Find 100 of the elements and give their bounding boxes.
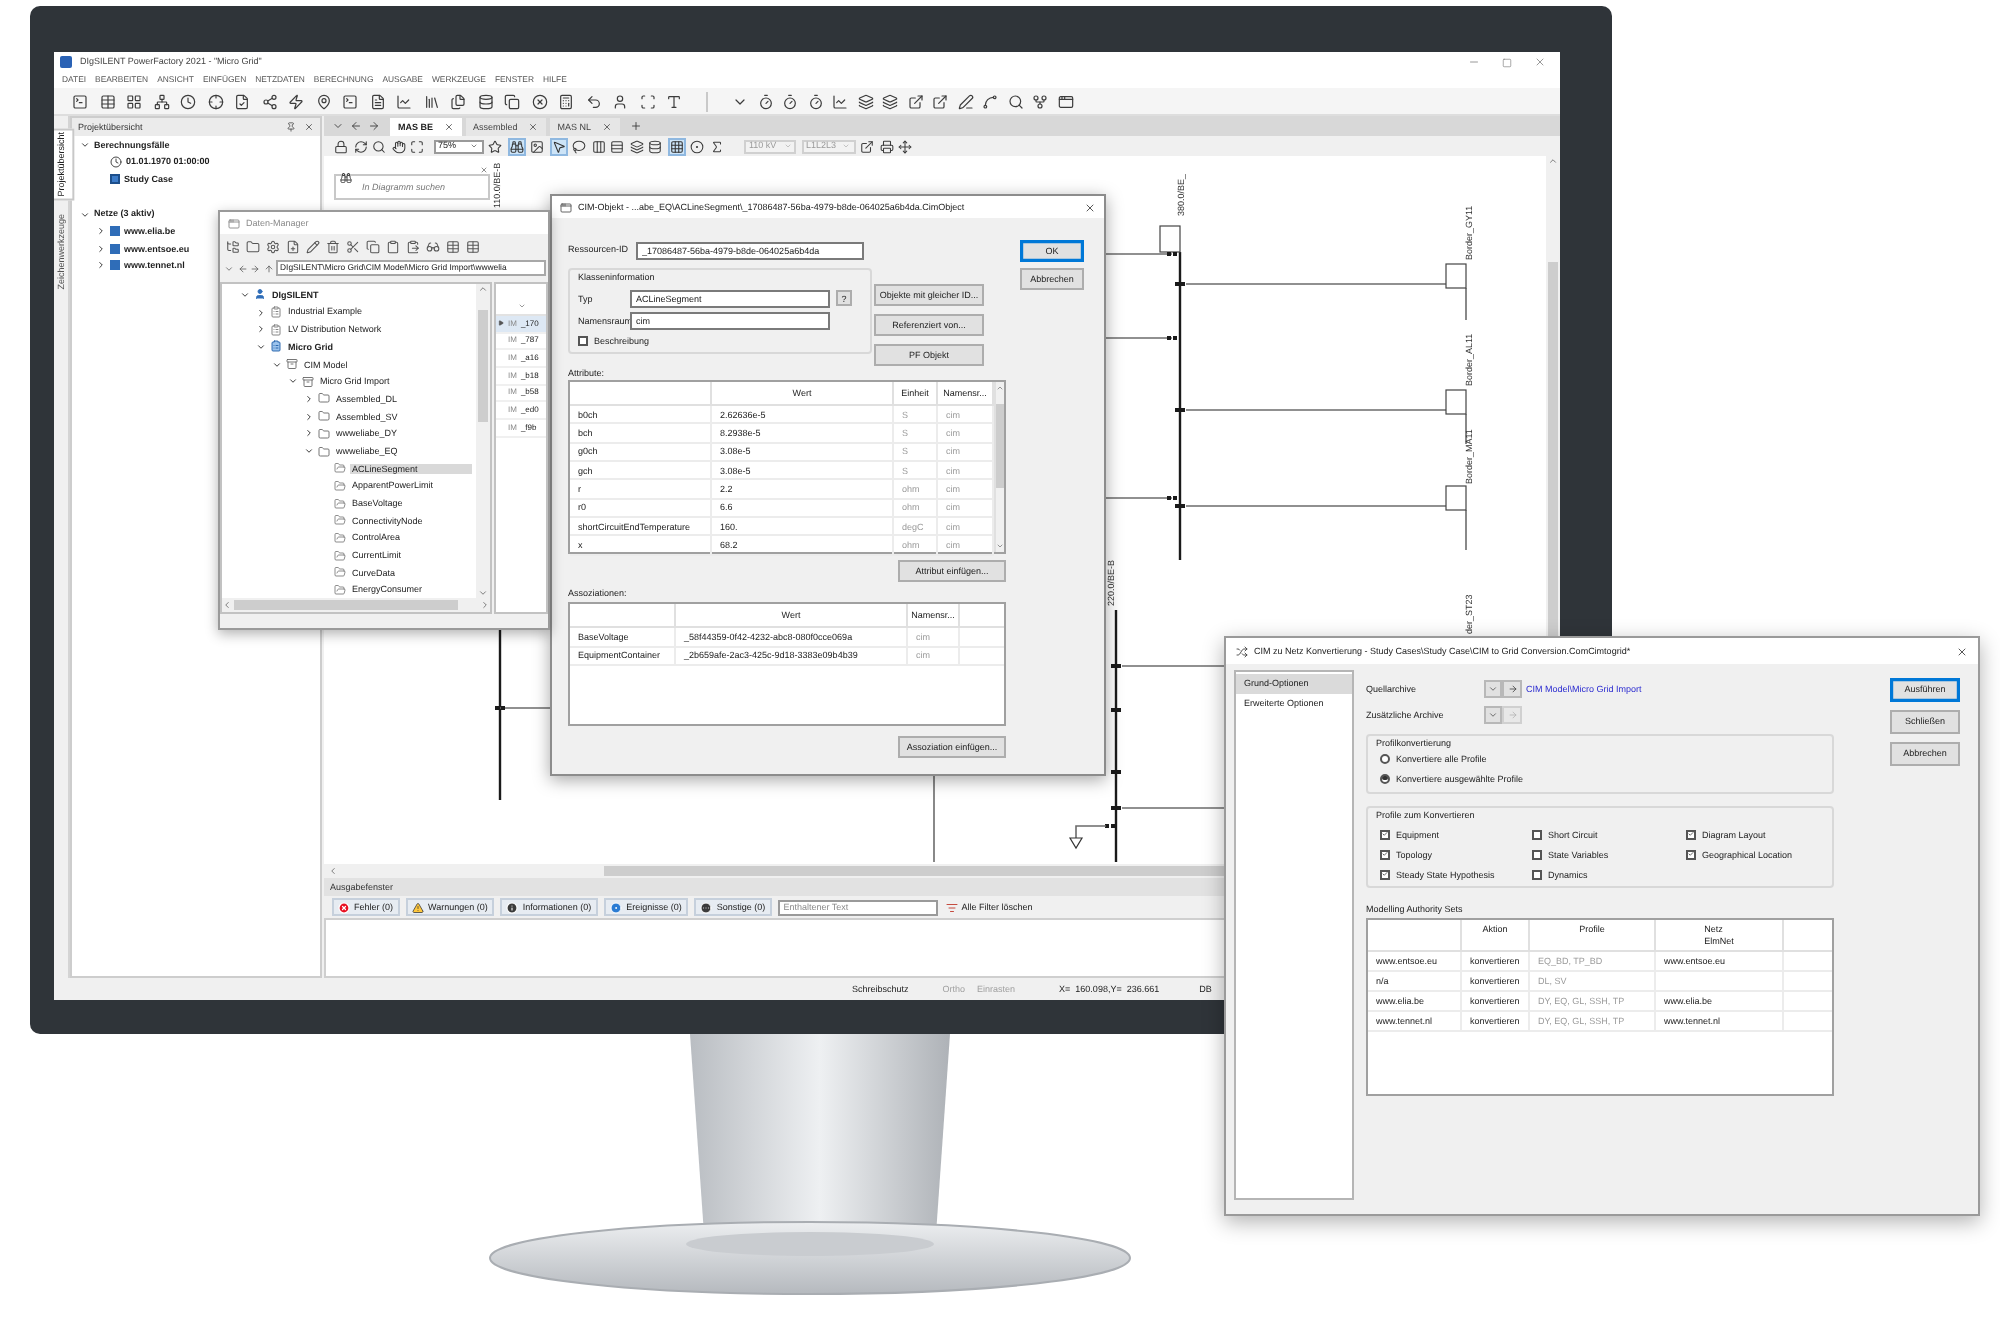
layers-icon[interactable] <box>857 93 873 109</box>
pages-icon[interactable] <box>450 93 466 109</box>
columns-icon[interactable] <box>591 139 605 153</box>
up-icon[interactable] <box>263 263 273 273</box>
checkbox-icon[interactable] <box>1532 849 1542 860</box>
new-file-icon[interactable] <box>286 239 300 253</box>
curve-icon[interactable] <box>982 93 998 109</box>
file-check-icon[interactable] <box>234 93 250 109</box>
expand-chevron-icon[interactable] <box>96 260 106 271</box>
copy-icon[interactable] <box>504 93 520 109</box>
collapse-chevron-icon[interactable] <box>272 359 282 370</box>
grid-icon[interactable] <box>667 137 685 155</box>
window-icon[interactable] <box>1057 93 1073 109</box>
lightning-icon[interactable] <box>288 93 304 109</box>
scrollbar-track[interactable] <box>994 382 1004 553</box>
forward-icon[interactable] <box>368 120 380 132</box>
text-icon[interactable] <box>666 93 682 109</box>
checkbox-icon[interactable] <box>1380 869 1390 880</box>
folder-tree-icon[interactable] <box>226 239 240 253</box>
user-icon[interactable] <box>612 93 628 109</box>
table-icon[interactable] <box>99 93 115 109</box>
layers-icon[interactable] <box>882 93 898 109</box>
frame-corners-icon[interactable] <box>410 139 424 153</box>
scan-icon[interactable] <box>639 93 655 109</box>
layers-icon[interactable] <box>629 139 643 153</box>
glasses-icon[interactable] <box>426 239 440 253</box>
expand-chevron-icon[interactable] <box>304 428 314 439</box>
copy-icon[interactable] <box>366 239 380 253</box>
timer-icon[interactable] <box>807 93 823 109</box>
back-icon[interactable] <box>237 263 247 273</box>
table-icon[interactable] <box>446 239 460 253</box>
clipboard-arrow-icon[interactable] <box>406 239 420 253</box>
collapse-chevron-icon[interactable] <box>256 341 266 352</box>
close-icon[interactable] <box>1084 201 1096 213</box>
terminal-icon[interactable] <box>72 93 88 109</box>
fork-icon[interactable] <box>1032 93 1048 109</box>
expand-chevron-icon[interactable] <box>256 307 266 318</box>
collapse-chevron-icon[interactable] <box>288 376 298 387</box>
share-icon[interactable] <box>261 93 277 109</box>
table-icon[interactable] <box>466 239 480 253</box>
move-icon[interactable] <box>898 139 912 153</box>
search-icon[interactable] <box>1007 93 1023 109</box>
scrollbar-track[interactable] <box>222 598 490 612</box>
calculator-icon[interactable] <box>558 93 574 109</box>
scrollbar-thumb[interactable] <box>478 310 488 422</box>
folder-icon[interactable] <box>246 239 260 253</box>
checkbox-icon[interactable] <box>1532 869 1542 880</box>
image-icon[interactable] <box>530 139 544 153</box>
clock-icon[interactable] <box>180 93 196 109</box>
radio-icon[interactable] <box>1380 753 1390 764</box>
collapse-chevron-icon[interactable] <box>304 446 314 457</box>
clipboard-icon[interactable] <box>386 239 400 253</box>
scrollbar-thumb[interactable] <box>996 404 1004 489</box>
close-icon[interactable] <box>1956 645 1968 657</box>
refresh-icon[interactable] <box>353 139 367 153</box>
target-icon[interactable] <box>690 139 704 153</box>
database-icon[interactable] <box>648 139 662 153</box>
expand-chevron-icon[interactable] <box>304 393 314 404</box>
collapse-chevron-icon[interactable] <box>80 139 90 150</box>
radio-icon[interactable] <box>1380 773 1390 784</box>
timer-icon[interactable] <box>757 93 773 109</box>
timer-icon[interactable] <box>782 93 798 109</box>
pin-icon[interactable] <box>286 122 296 132</box>
checkbox-icon[interactable] <box>578 336 588 347</box>
map-pin-icon[interactable] <box>315 93 331 109</box>
collapse-chevron-icon[interactable] <box>240 289 250 300</box>
settings-icon[interactable] <box>266 239 280 253</box>
expand-chevron-icon[interactable] <box>96 226 106 237</box>
expand-chevron-icon[interactable] <box>96 243 106 254</box>
checkbox-icon[interactable] <box>1686 849 1696 860</box>
pointer-icon[interactable] <box>549 137 567 155</box>
undo-icon[interactable] <box>585 93 601 109</box>
network-icon[interactable] <box>153 93 169 109</box>
hand-icon[interactable] <box>391 139 405 153</box>
search-icon[interactable] <box>372 139 386 153</box>
checkbox-icon[interactable] <box>1532 829 1542 840</box>
checkbox-icon[interactable] <box>1380 849 1390 860</box>
lasso-icon[interactable] <box>572 139 586 153</box>
export-icon[interactable] <box>860 139 874 153</box>
circle-x-icon[interactable] <box>531 93 547 109</box>
expand-chevron-icon[interactable] <box>304 411 314 422</box>
chart-icon[interactable] <box>396 93 412 109</box>
sigma-icon[interactable] <box>709 139 723 153</box>
print-icon[interactable] <box>879 139 893 153</box>
crosshair-icon[interactable] <box>207 93 223 109</box>
star-icon[interactable] <box>488 139 502 153</box>
books-icon[interactable] <box>423 93 439 109</box>
checkbox-icon[interactable] <box>1380 829 1390 840</box>
lock-icon[interactable] <box>334 139 348 153</box>
export-icon[interactable] <box>932 93 948 109</box>
export-icon[interactable] <box>907 93 923 109</box>
chart-icon[interactable] <box>832 93 848 109</box>
document-icon[interactable] <box>369 93 385 109</box>
database-icon[interactable] <box>477 93 493 109</box>
scissors-icon[interactable] <box>346 239 360 253</box>
grid-icon[interactable] <box>126 93 142 109</box>
expand-chevron-icon[interactable] <box>256 324 266 335</box>
add-tab-icon[interactable] <box>629 120 642 132</box>
arrow-right-icon[interactable] <box>1507 684 1517 694</box>
pen-icon[interactable] <box>957 93 973 109</box>
